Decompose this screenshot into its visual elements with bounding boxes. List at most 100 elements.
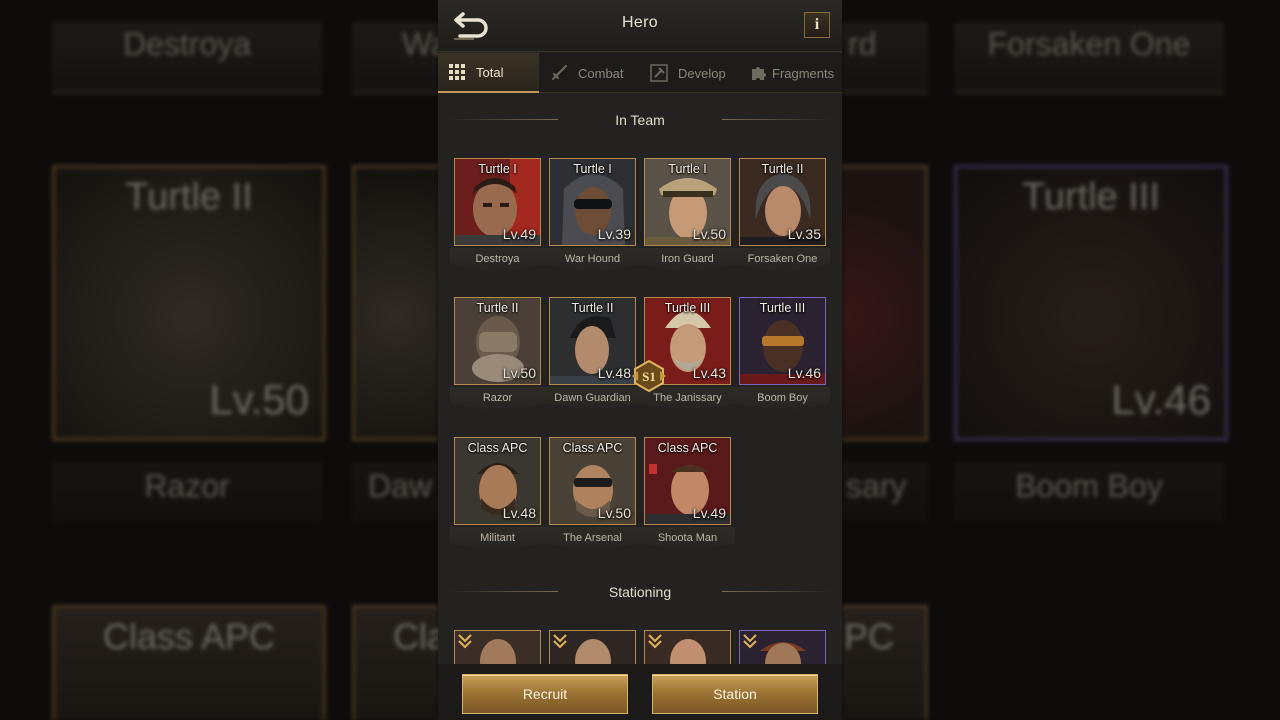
hero-card-shoota-man[interactable]: Class APC Lv.49 Shoota Man <box>640 437 735 551</box>
bg-card-level: Lv.46 <box>1111 376 1211 423</box>
station-button[interactable]: Station <box>652 674 818 714</box>
hero-name: Shoota Man <box>657 532 718 544</box>
bg-label: Boom Boy <box>954 462 1224 522</box>
station-card[interactable] <box>549 630 636 664</box>
recruit-button[interactable]: Recruit <box>462 674 628 714</box>
hero-level: Lv.50 <box>597 505 631 521</box>
bg-label: Razor <box>52 462 322 522</box>
hero-level: Lv.49 <box>692 505 726 521</box>
hero-name: War Hound <box>564 253 621 265</box>
tab-bar: Total Combat Develop Fragments <box>438 53 842 93</box>
hero-card-destroya[interactable]: Turtle I Lv.49 Destroya <box>450 158 545 272</box>
hero-portrait <box>549 630 636 664</box>
hero-rank: Turtle I <box>573 162 612 176</box>
hero-portrait: Class APC Lv.48 <box>454 437 541 525</box>
bg-label: sary <box>842 462 928 522</box>
bg-label: Daw <box>352 462 438 522</box>
hero-portrait: Class APC Lv.49 <box>644 437 731 525</box>
hero-rank: Class APC <box>657 441 718 455</box>
bg-label: Forsaken One <box>954 22 1224 94</box>
hero-face-icon <box>550 631 635 664</box>
bg-card-rank: PC <box>844 616 895 657</box>
divider <box>722 591 832 592</box>
hero-rank: Turtle II <box>476 301 519 315</box>
hero-card-the-arsenal[interactable]: Class APC Lv.50 The Arsenal <box>545 437 640 551</box>
hero-rank: Class APC <box>562 441 623 455</box>
hero-name: Iron Guard <box>661 253 714 265</box>
hero-level: Lv.50 <box>502 365 536 381</box>
hero-face-icon <box>740 631 825 664</box>
station-card[interactable] <box>454 630 541 664</box>
hero-card-forsaken-one[interactable]: Turtle II Lv.35 Forsaken One <box>735 158 830 272</box>
bg-card: Turtle II Lv.50 <box>52 165 326 441</box>
hero-level: Lv.43 <box>692 365 726 381</box>
info-button[interactable]: i <box>804 12 830 38</box>
bg-label: Destroya <box>52 22 322 94</box>
bg-card: Cla <box>352 605 448 720</box>
bg-label: rd <box>842 22 928 94</box>
hero-name: Razor <box>482 392 513 404</box>
divider <box>448 119 558 120</box>
hero-name: Destroya <box>475 253 520 265</box>
divider <box>722 119 832 120</box>
bg-card-rank: Cla <box>393 616 448 657</box>
tab-label: Total <box>476 64 504 80</box>
bg-card-rank: Turtle II <box>125 176 253 218</box>
section-in-team: In Team <box>438 106 842 134</box>
hero-face-icon <box>455 631 540 664</box>
hero-list[interactable]: In Team Turtle I Lv.49 Destroya Turtle I… <box>438 94 842 664</box>
tab-combat[interactable]: Combat <box>546 53 646 93</box>
tab-label: Develop <box>678 65 726 81</box>
tab-total[interactable]: Total <box>438 53 539 93</box>
hero-card-boom-boy[interactable]: Turtle III Lv.46 Boom Boy <box>735 297 830 411</box>
hero-portrait: Turtle I Lv.49 <box>454 158 541 246</box>
bg-card-rank: Class APC <box>102 616 276 657</box>
hero-rank: Turtle II <box>761 162 804 176</box>
tab-label: Fragments <box>772 65 835 81</box>
bg-label: Wa <box>352 22 449 94</box>
bg-card: Class APC <box>52 605 326 720</box>
hero-card-war-hound[interactable]: Turtle I Lv.39 War Hound <box>545 158 640 272</box>
hero-portrait: Turtle II Lv.50 <box>454 297 541 385</box>
station-card[interactable] <box>739 630 826 664</box>
section-stationing: Stationing <box>438 578 842 606</box>
page-title: Hero <box>622 14 658 31</box>
hero-card-the-janissary[interactable]: Turtle III Lv.43 S1 The Janissary <box>632 297 735 411</box>
hero-level: Lv.48 <box>502 505 536 521</box>
hero-portrait: Turtle II Lv.48 <box>549 297 636 385</box>
hero-card-militant[interactable]: Class APC Lv.48 Militant <box>450 437 545 551</box>
hammer-icon <box>650 64 668 82</box>
hero-name: Dawn Guardian <box>554 392 631 404</box>
hero-rank: Class APC <box>467 441 528 455</box>
hero-rank: Turtle II <box>571 301 614 315</box>
season-badge-label: S1 <box>642 369 656 384</box>
hero-portrait: Class APC Lv.50 <box>549 437 636 525</box>
hero-portrait <box>454 630 541 664</box>
hero-name: The Janissary <box>653 392 722 404</box>
hero-portrait: Turtle II Lv.35 <box>739 158 826 246</box>
bg-card-level: Lv.50 <box>209 376 309 423</box>
sword-icon <box>552 65 567 80</box>
tab-develop[interactable]: Develop <box>648 53 748 93</box>
hero-card-razor[interactable]: Turtle II Lv.50 Razor <box>450 297 545 411</box>
game-screen: Destroya Wa rd Forsaken One Turtle II Lv… <box>0 0 1280 720</box>
bg-card <box>352 165 438 441</box>
hero-portrait: Turtle I Lv.50 <box>644 158 731 246</box>
hero-card-dawn-guardian[interactable]: Turtle II Lv.48 Dawn Guardian <box>545 297 640 411</box>
tab-label: Combat <box>578 65 624 81</box>
season-badge-icon: S1 <box>632 359 666 393</box>
bg-card: PC <box>842 605 928 720</box>
footer: Recruit Station <box>438 664 842 720</box>
bg-card-rank: Turtle III <box>1022 176 1160 218</box>
divider <box>448 591 558 592</box>
hero-rank: Turtle III <box>664 301 711 315</box>
hero-name: Militant <box>480 532 515 544</box>
tab-fragments[interactable]: Fragments <box>750 53 842 93</box>
hero-rank: Turtle I <box>478 162 517 176</box>
station-card[interactable] <box>644 630 731 664</box>
hero-portrait <box>644 630 731 664</box>
bg-card <box>842 165 928 441</box>
section-title: Stationing <box>608 584 672 600</box>
hero-portrait: Turtle III Lv.46 <box>739 297 826 385</box>
hero-card-iron-guard[interactable]: Turtle I Lv.50 Iron Guard <box>640 158 735 272</box>
